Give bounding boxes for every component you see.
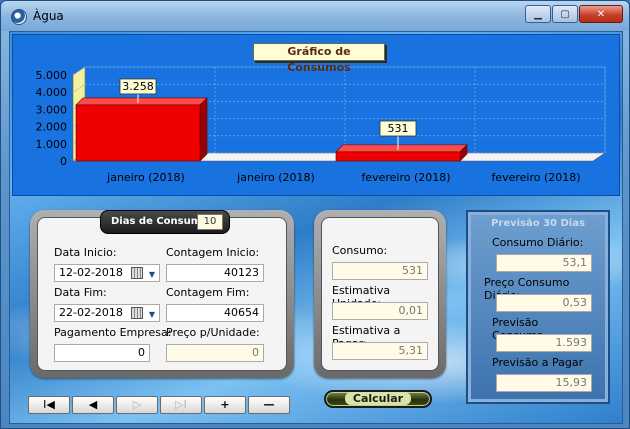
chevron-down-icon[interactable]: ▼ bbox=[149, 307, 155, 323]
data-fim-label: Data Fim: bbox=[54, 286, 107, 299]
estimativa-unidade-value: 0,01 bbox=[332, 302, 428, 320]
bar-top bbox=[75, 97, 208, 106]
estimate-panel: Consumo: 531 Estimativa Unidade: 0,01 Es… bbox=[314, 210, 446, 378]
calendar-icon[interactable] bbox=[131, 267, 143, 279]
record-navigator: I◀ ◀ ▷ ▷I + — bbox=[28, 396, 292, 414]
bar-side bbox=[199, 97, 208, 162]
client-area: 0 1.000 2.000 3.000 4.000 5.000 janeiro (2018)… bbox=[9, 31, 623, 424]
consumo-label: Consumo: bbox=[332, 244, 388, 257]
contagem-fim-input[interactable]: 40654 bbox=[166, 304, 264, 322]
previsao-fields: Consumo Diário: 53,1 Preço Consumo Diári… bbox=[478, 234, 592, 404]
estimativa-pagar-value: 5,31 bbox=[332, 342, 428, 360]
data-inicio-value: 12-02-2018 bbox=[59, 266, 123, 279]
bar-top bbox=[335, 144, 468, 153]
preco-consumo-diario-value: 0,53 bbox=[496, 294, 592, 312]
data-fim-picker[interactable]: 22-02-2018 ▼ bbox=[54, 304, 160, 322]
first-record-button[interactable]: I◀ bbox=[28, 396, 70, 414]
window-title: Àgua bbox=[33, 9, 64, 23]
minimize-button[interactable]: ▁ bbox=[525, 5, 551, 23]
consumo-diario-value: 53,1 bbox=[496, 254, 592, 272]
previsao-pagar-value: 15,93 bbox=[496, 374, 592, 392]
previsao-consumo-value: 1.593 bbox=[496, 334, 592, 352]
title-bar[interactable]: Àgua ▁ ▢ ✕ bbox=[1, 1, 629, 31]
data-fim-value: 22-02-2018 bbox=[59, 306, 123, 319]
calcular-button[interactable]: Calcular bbox=[324, 390, 432, 408]
preco-unidade-label: Preço p/Unidade: bbox=[166, 326, 260, 339]
y-tick-label: 2.000 bbox=[36, 121, 68, 134]
reading-form: Dias de Consumo: 10 Data Inicio: 12-02-2… bbox=[37, 210, 287, 371]
estimate-inner: Consumo: 531 Estimativa Unidade: 0,01 Es… bbox=[321, 217, 439, 371]
pagamento-empresa-label: Pagamento Empresa: bbox=[54, 326, 172, 339]
previsao-panel: Previsão 30 Dias Consumo Diário: 53,1 Pr… bbox=[466, 210, 610, 404]
remove-record-button[interactable]: — bbox=[248, 396, 290, 414]
add-record-button[interactable]: + bbox=[204, 396, 246, 414]
x-tick-label: fevereiro (2018) bbox=[361, 171, 450, 184]
y-tick-label: 3.000 bbox=[36, 103, 68, 116]
window-controls: ▁ ▢ ✕ bbox=[524, 5, 623, 23]
chevron-down-icon[interactable]: ▼ bbox=[149, 267, 155, 283]
consumption-chart-panel: 0 1.000 2.000 3.000 4.000 5.000 janeiro (2018)… bbox=[12, 34, 620, 196]
maximize-button[interactable]: ▢ bbox=[552, 5, 578, 23]
contagem-fim-label: Contagem Fim: bbox=[166, 286, 250, 299]
consumo-value: 531 bbox=[332, 262, 428, 280]
data-label: 3.258 bbox=[122, 80, 154, 93]
data-label: 531 bbox=[388, 122, 409, 135]
bar bbox=[335, 151, 461, 162]
dias-consumo-value: 10 bbox=[197, 214, 223, 230]
contagem-inicio-label: Contagem Inicio: bbox=[166, 246, 260, 259]
app-icon bbox=[11, 9, 27, 25]
y-tick-label: 1.000 bbox=[36, 138, 68, 151]
app-window: Àgua ▁ ▢ ✕ 0 1.000 2.000 3.000 4.000 5.000 jan… bbox=[0, 0, 630, 429]
x-tick-label: janeiro (2018) bbox=[106, 171, 185, 184]
previous-record-button[interactable]: ◀ bbox=[72, 396, 114, 414]
y-tick-label: 4.000 bbox=[36, 86, 68, 99]
reading-form-panel: Dias de Consumo: 10 Data Inicio: 12-02-2… bbox=[30, 210, 294, 378]
last-record-button[interactable]: ▷I bbox=[160, 396, 202, 414]
chart-title: Gráfico de Consumos bbox=[253, 43, 385, 74]
calendar-icon[interactable] bbox=[131, 307, 143, 319]
x-tick-label: janeiro (2018) bbox=[236, 171, 315, 184]
data-inicio-label: Data Inicio: bbox=[54, 246, 117, 259]
consumo-diario-label: Consumo Diário: bbox=[492, 236, 584, 249]
contagem-inicio-input[interactable]: 40123 bbox=[166, 264, 264, 282]
dias-consumo-badge: Dias de Consumo: 10 bbox=[100, 210, 230, 234]
y-tick-label: 0 bbox=[60, 155, 67, 168]
previsao-pagar-label: Previsão a Pagar bbox=[492, 356, 584, 369]
calcular-label: Calcular bbox=[344, 392, 412, 405]
close-button[interactable]: ✕ bbox=[579, 5, 623, 23]
x-tick-label: fevereiro (2018) bbox=[491, 171, 580, 184]
preco-unidade-input: 0 bbox=[166, 344, 264, 362]
pagamento-empresa-input[interactable]: 0 bbox=[54, 344, 150, 362]
y-tick-label: 5.000 bbox=[36, 69, 68, 82]
bar bbox=[75, 104, 201, 162]
previsao-title: Previsão 30 Dias bbox=[491, 218, 585, 229]
next-record-button[interactable]: ▷ bbox=[116, 396, 158, 414]
data-inicio-picker[interactable]: 12-02-2018 ▼ bbox=[54, 264, 160, 282]
